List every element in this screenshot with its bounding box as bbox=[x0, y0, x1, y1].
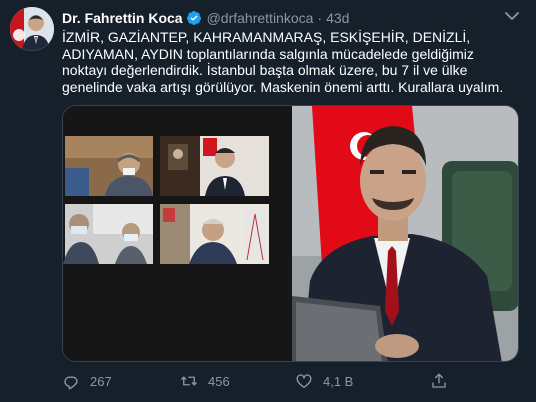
share-icon bbox=[430, 372, 448, 390]
tweet-header: Dr. Fahrettin Koca @drfahrettinkoca · 43… bbox=[62, 9, 349, 27]
separator-dot: · bbox=[317, 10, 323, 26]
like-icon bbox=[295, 372, 313, 390]
more-options-icon[interactable] bbox=[502, 9, 522, 23]
verified-badge-icon bbox=[186, 10, 202, 26]
reply-icon bbox=[62, 372, 80, 390]
minister-photo bbox=[292, 106, 518, 361]
tweet-media[interactable] bbox=[62, 105, 519, 362]
tweet-text: İZMİR, GAZİANTEP, KAHRAMANMARAŞ, ESKİŞEH… bbox=[62, 29, 504, 95]
reply-count: 267 bbox=[90, 373, 112, 389]
retweet-icon bbox=[180, 372, 198, 390]
share-button[interactable] bbox=[430, 372, 448, 390]
video-conference-image bbox=[63, 106, 292, 361]
retweet-count: 456 bbox=[208, 373, 230, 389]
author-handle[interactable]: @drfahrettinkoca bbox=[207, 10, 314, 26]
like-button[interactable]: 4,1 B bbox=[295, 372, 353, 390]
retweet-button[interactable]: 456 bbox=[180, 372, 230, 390]
author-name[interactable]: Dr. Fahrettin Koca bbox=[62, 10, 183, 26]
avatar[interactable] bbox=[10, 7, 54, 51]
tweet-timestamp[interactable]: 43d bbox=[326, 10, 349, 26]
tweet[interactable]: Dr. Fahrettin Koca @drfahrettinkoca · 43… bbox=[0, 0, 536, 402]
reply-button[interactable]: 267 bbox=[62, 372, 112, 390]
like-count: 4,1 B bbox=[323, 373, 354, 389]
tweet-actions: 267 456 4,1 B bbox=[62, 371, 462, 391]
